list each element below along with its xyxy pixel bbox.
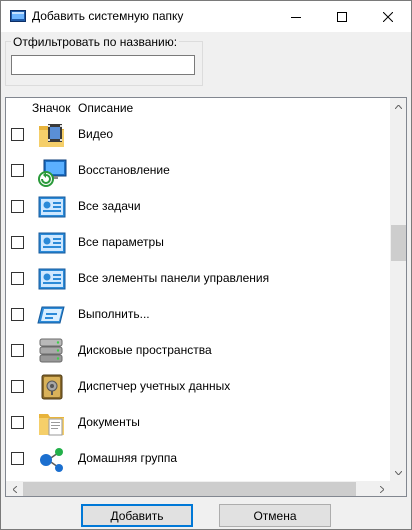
control-panel-icon (38, 196, 66, 218)
recovery-icon (38, 159, 67, 187)
close-button[interactable] (365, 1, 411, 32)
list-item-credential-manager[interactable]: Диспетчер учетных данных (6, 368, 390, 404)
item-label: Все задачи (78, 199, 141, 213)
column-icon-header[interactable]: Значок (32, 101, 70, 115)
scroll-left-button[interactable] (6, 481, 23, 496)
item-checkbox[interactable] (11, 164, 24, 177)
item-label: Все параметры (78, 235, 164, 249)
homegroup-icon (40, 448, 63, 472)
list-item-documents[interactable]: Документы (6, 404, 390, 440)
filter-input[interactable] (11, 55, 195, 75)
filter-label: Отфильтровать по названию: (11, 35, 180, 49)
close-icon (383, 11, 393, 22)
item-checkbox[interactable] (11, 344, 24, 357)
minimize-icon (291, 16, 301, 18)
chevron-left-icon (12, 486, 17, 493)
list-column-header: Значок Описание (6, 98, 390, 116)
list-item-all-control-panel-items[interactable]: Все элементы панели управления (6, 260, 390, 296)
item-label: Выполнить... (78, 307, 150, 321)
add-system-folder-dialog: Добавить системную папку Отфильтровать п… (0, 0, 412, 530)
item-label: Документы (78, 415, 140, 429)
item-checkbox[interactable] (11, 128, 24, 141)
horizontal-scroll-thumb[interactable] (23, 482, 356, 496)
maximize-icon (337, 11, 347, 22)
list-item-all-tasks[interactable]: Все задачи (6, 188, 390, 224)
chevron-up-icon (395, 104, 402, 109)
item-checkbox[interactable] (11, 380, 24, 393)
list-item-video[interactable]: Видео (6, 116, 390, 152)
minimize-button[interactable] (273, 1, 319, 32)
system-folder-list: Видео Восстановление Все задачи Все пара… (5, 97, 407, 497)
credential-manager-icon (41, 374, 63, 400)
item-checkbox[interactable] (11, 236, 24, 249)
item-label: Диспетчер учетных данных (78, 379, 231, 393)
window-title: Добавить системную папку (32, 9, 184, 23)
scroll-right-button[interactable] (373, 481, 390, 496)
item-label: Видео (78, 127, 114, 141)
scrollbar-corner (390, 481, 406, 496)
control-panel-icon (38, 232, 66, 254)
item-label: Все элементы панели управления (78, 271, 270, 285)
storage-spaces-icon (39, 338, 63, 363)
item-label: Восстановление (78, 163, 170, 177)
vertical-scroll-thumb[interactable] (391, 225, 406, 261)
maximize-button[interactable] (319, 1, 365, 32)
list-item-homegroup[interactable]: Домашняя группа (6, 440, 390, 476)
scroll-down-button[interactable] (390, 464, 406, 481)
chevron-right-icon (379, 486, 384, 493)
video-folder-icon (39, 124, 64, 147)
item-checkbox[interactable] (11, 452, 24, 465)
list-item-run[interactable]: Выполнить... (6, 296, 390, 332)
title-bar[interactable]: Добавить системную папку (1, 1, 411, 32)
item-checkbox[interactable] (11, 200, 24, 213)
list-item-recovery[interactable]: Восстановление (6, 152, 390, 188)
control-panel-icon (38, 268, 66, 290)
column-description-header[interactable]: Описание (78, 101, 133, 115)
item-label: Дисковые пространства (78, 343, 212, 357)
item-checkbox[interactable] (11, 272, 24, 285)
chevron-down-icon (395, 470, 402, 475)
app-icon (10, 10, 26, 22)
run-icon (37, 306, 65, 324)
horizontal-scrollbar[interactable] (6, 481, 390, 496)
scroll-up-button[interactable] (390, 98, 406, 115)
list-rows: Видео Восстановление Все задачи Все пара… (6, 98, 390, 482)
add-button[interactable]: Добавить (81, 504, 193, 527)
cancel-button[interactable]: Отмена (219, 504, 331, 527)
item-checkbox[interactable] (11, 308, 24, 321)
documents-folder-icon (39, 414, 64, 436)
item-checkbox[interactable] (11, 416, 24, 429)
list-item-all-settings[interactable]: Все параметры (6, 224, 390, 260)
list-item-storage-spaces[interactable]: Дисковые пространства (6, 332, 390, 368)
vertical-scrollbar[interactable] (390, 98, 406, 481)
item-label: Домашняя группа (78, 451, 178, 465)
